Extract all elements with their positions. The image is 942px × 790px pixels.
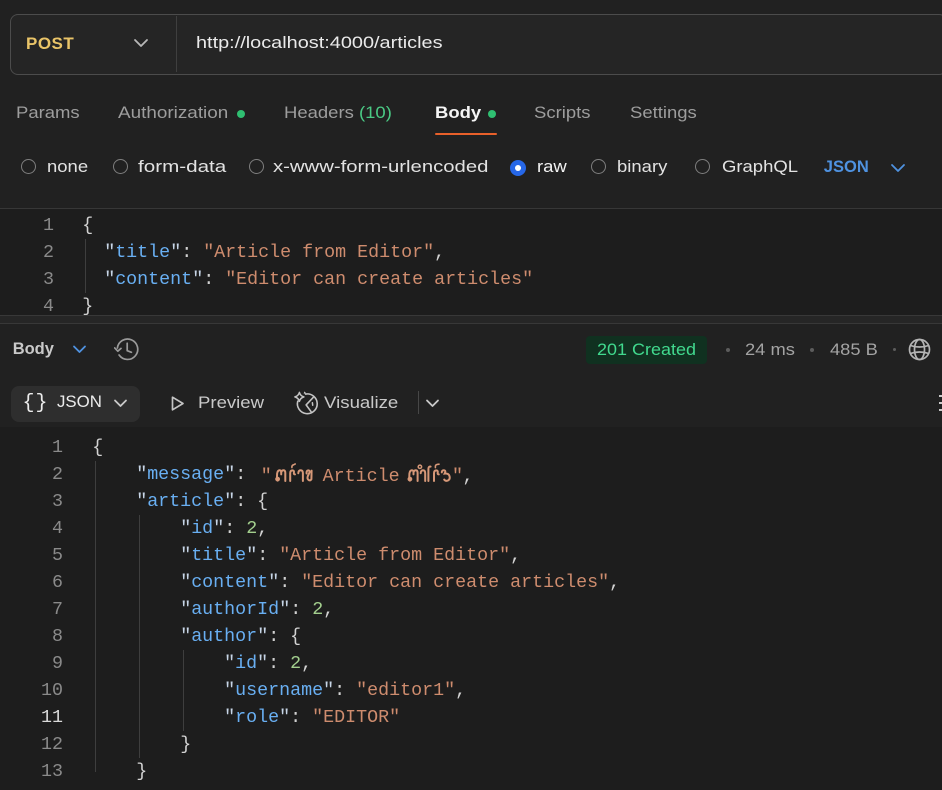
svg-text:": " [261,466,272,487]
svg-text:Article: Article [323,466,400,487]
svg-text:,: , [463,466,474,487]
svg-text:": " [452,466,463,487]
